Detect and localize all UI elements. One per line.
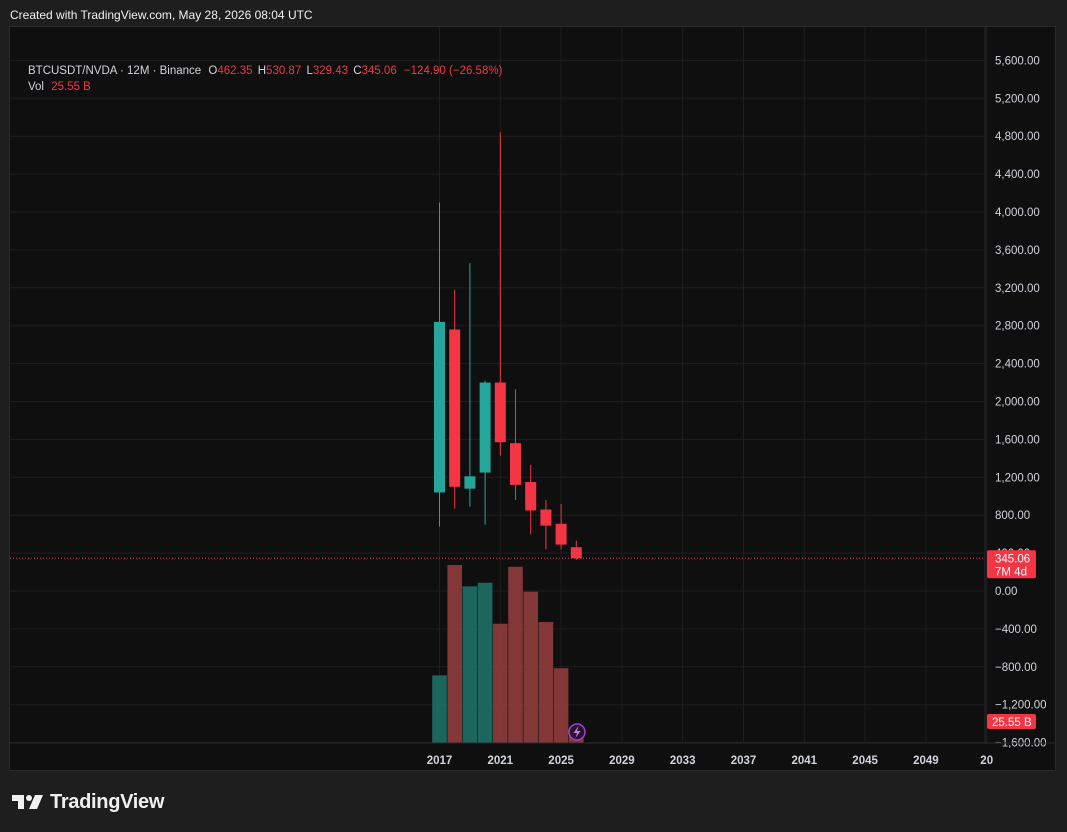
price-tick-label: −800.00 [995, 662, 1037, 674]
time-tick-label: 2021 [488, 755, 514, 767]
lightning-event-icon[interactable] [568, 723, 586, 741]
price-tick-label: 2,800.00 [995, 321, 1040, 333]
high-label: H [257, 65, 267, 77]
change-value: −124.90 (−26.58%) [403, 65, 503, 77]
time-tick-label: 2025 [548, 755, 574, 767]
tradingview-logo[interactable]: TradingView [12, 790, 164, 814]
chart-legend: BTCUSDT/NVDA · 12M · Binance O462.35 H53… [28, 63, 502, 95]
last-price-value: 345.06 [995, 553, 1030, 565]
price-tick-label: 5,600.00 [995, 55, 1040, 67]
volume-bar [553, 668, 569, 743]
time-tick-label: 2029 [609, 755, 635, 767]
candle-body [525, 482, 537, 511]
volume-label[interactable]: Vol [28, 81, 44, 93]
candle-body [479, 382, 491, 473]
bar-countdown: 7M 4d [995, 566, 1027, 578]
price-tick-label: 4,400.00 [995, 169, 1040, 181]
close-value: 345.06 [361, 65, 397, 77]
candle-body [570, 547, 582, 559]
volume-bar [477, 582, 493, 743]
time-tick-label: 2017 [427, 755, 453, 767]
volume-bar [538, 621, 554, 743]
volume-badge: 25.55 B [987, 714, 1036, 729]
time-tick-label: 2045 [852, 755, 878, 767]
symbol-label[interactable]: BTCUSDT/NVDA · 12M · Binance [28, 65, 201, 77]
price-tick-label: 4,800.00 [995, 131, 1040, 143]
candle-body [494, 382, 506, 443]
time-tick-label: 20 [980, 755, 993, 767]
volume-row: Vol 25.55 B [28, 79, 502, 95]
candle [479, 380, 491, 525]
candle [540, 500, 552, 550]
candle [570, 540, 582, 560]
candle-body [510, 443, 521, 485]
last-price-badge: 345.06 7M 4d [987, 550, 1036, 579]
volume-bar [432, 675, 447, 743]
time-tick-label: 2049 [913, 755, 939, 767]
price-tick-label: 0.00 [995, 586, 1017, 598]
candle [510, 389, 521, 501]
price-tick-label: −1,200.00 [995, 700, 1046, 712]
open-value: 462.35 [217, 65, 253, 77]
candle [494, 132, 506, 456]
volume-value: 25.55 B [51, 81, 91, 93]
volume-bar [462, 586, 478, 743]
candle [525, 464, 537, 535]
candle-body [449, 329, 461, 487]
price-tick-label: 3,200.00 [995, 283, 1040, 295]
open-label: O [208, 65, 218, 77]
price-tick-label: 5,200.00 [995, 93, 1040, 105]
candle-body [555, 523, 567, 545]
volume-bar [508, 566, 523, 743]
price-tick-label: 3,600.00 [995, 245, 1040, 257]
price-tick-label: 800.00 [995, 510, 1030, 522]
candle-body [540, 509, 552, 526]
tradingview-logo-icon [12, 795, 43, 809]
candle-body [434, 321, 445, 493]
price-tick-label: 2,400.00 [995, 359, 1040, 371]
candle [555, 503, 567, 550]
price-axis[interactable]: 5,600.00 5,200.00 4,800.00 4,400.00 4,000.00… [984, 27, 1046, 750]
price-tick-label: 2,000.00 [995, 397, 1040, 409]
time-tick-label: 2033 [670, 755, 696, 767]
candle [434, 202, 445, 527]
ohlc-row: BTCUSDT/NVDA · 12M · Binance O462.35 H53… [28, 63, 502, 79]
candle-body [464, 476, 476, 489]
volume-badge-value: 25.55 B [992, 717, 1032, 729]
price-tick-label: 4,000.00 [995, 207, 1040, 219]
time-tick-label: 2041 [792, 755, 818, 767]
time-tick-label: 2037 [731, 755, 757, 767]
tradingview-wordmark: TradingView [50, 790, 165, 813]
price-tick-label: −400.00 [995, 624, 1037, 636]
created-with-label: Created with TradingView.com, May 28, 20… [10, 8, 313, 22]
price-tick-label: −1,600.00 [995, 738, 1046, 750]
high-value: 530.87 [266, 65, 302, 77]
chart-canvas[interactable]: 5,600.00 5,200.00 4,800.00 4,400.00 4,000.00… [10, 27, 1057, 772]
price-tick-label: 1,200.00 [995, 472, 1040, 484]
candles [434, 132, 582, 560]
close-label: C [353, 65, 362, 77]
volume-bar [447, 565, 462, 743]
candle [464, 263, 476, 507]
price-tick-label: 1,600.00 [995, 434, 1040, 446]
volume-bar [493, 623, 508, 743]
volume-bar [523, 591, 538, 743]
low-value: 329.43 [312, 65, 349, 77]
time-axis[interactable]: 2017 2021 2025 2029 2033 2037 2041 2045 2049 20 [10, 742, 1057, 767]
candle [449, 289, 461, 509]
chart-pane[interactable]: 5,600.00 5,200.00 4,800.00 4,400.00 4,000.00… [9, 26, 1057, 772]
